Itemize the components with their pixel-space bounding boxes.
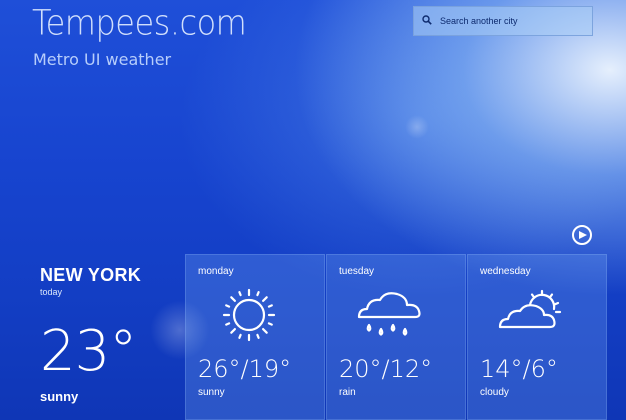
forecast-condition: sunny	[198, 387, 225, 398]
forecast-tile-wednesday[interactable]: wednesday 14°/6° cloudy	[467, 254, 607, 420]
site-title[interactable]: Tempees.com	[32, 2, 247, 43]
current-temperature: 23°	[40, 319, 137, 384]
forecast-condition: cloudy	[480, 387, 509, 398]
search-box[interactable]	[413, 6, 593, 36]
forecast-temperature: 20°/12°	[339, 355, 433, 383]
next-days-button[interactable]	[572, 225, 592, 245]
forecast-condition: rain	[339, 387, 356, 398]
partly-cloudy-icon	[496, 285, 566, 345]
play-circle-icon	[577, 226, 587, 244]
site-subtitle: Metro UI weather	[33, 50, 172, 69]
city-name: NEW YORK	[40, 265, 142, 285]
today-label: today	[40, 287, 63, 297]
forecast-day: monday	[198, 266, 234, 277]
lens-flare	[405, 115, 429, 139]
search-input[interactable]	[440, 16, 590, 26]
forecast-tile-monday[interactable]: monday 26°/19° sunny	[185, 254, 325, 420]
search-icon	[422, 12, 432, 30]
current-condition: sunny	[40, 389, 79, 404]
rain-cloud-icon	[355, 285, 425, 345]
forecast-temperature: 26°/19°	[198, 355, 292, 383]
forecast-temperature: 14°/6°	[480, 355, 558, 383]
sun-icon	[214, 285, 284, 345]
forecast-tile-tuesday[interactable]: tuesday 20°/12° rain	[326, 254, 466, 420]
today-panel: NEW YORK today 23° sunny	[40, 265, 180, 404]
forecast-day: wednesday	[480, 266, 531, 277]
forecast-day: tuesday	[339, 266, 375, 277]
